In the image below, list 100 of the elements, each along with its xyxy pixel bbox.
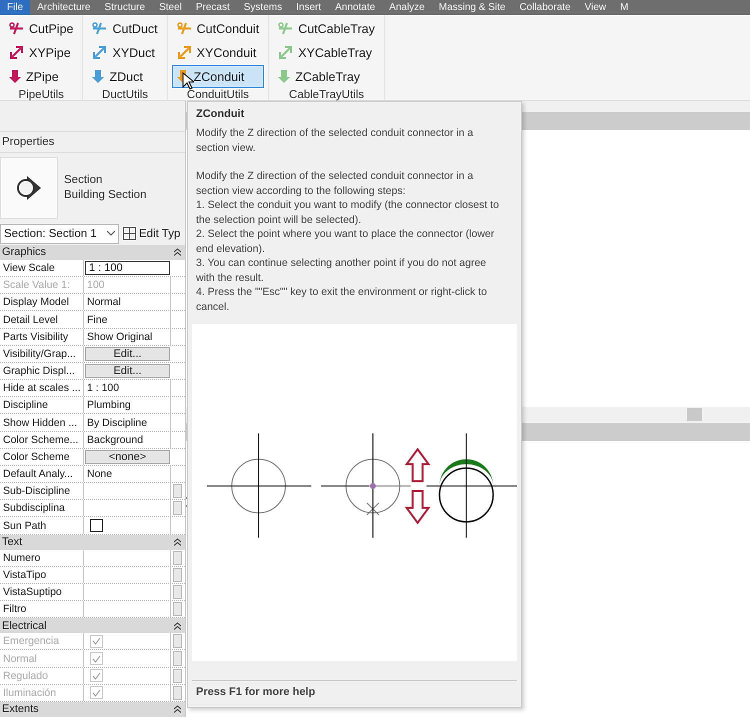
ribbon-tool-button[interactable]: ZDuct	[87, 65, 163, 88]
chevron-down-icon	[107, 231, 115, 236]
menu-tab[interactable]: Analyze	[382, 0, 432, 15]
value-cell: Plumbing	[84, 397, 171, 414]
menu-tab[interactable]: Annotate	[328, 0, 382, 15]
ribbon-tool-button[interactable]: CutConduit	[172, 17, 264, 40]
property-label: Color Scheme...	[0, 432, 84, 448]
panel-title: Properties	[0, 131, 185, 153]
collapse-icon	[174, 705, 181, 714]
group-title: Graphics	[2, 246, 46, 258]
group-header[interactable]: Text	[0, 534, 185, 550]
value-button[interactable]: <none>	[85, 450, 170, 464]
diagonal-arrow-icon	[92, 45, 108, 60]
tooltip-text: 1. Select the conduit you want to modify (the connector closest to the selection point will be selected).	[195, 198, 500, 227]
scissors-icon	[278, 21, 294, 36]
tooltip-text: 3. You can continue selecting another point if you do not agree with the result.	[195, 256, 488, 285]
tooltip-title: ZConduit	[195, 108, 246, 120]
ribbon-tool-button[interactable]: CutCableTray	[273, 17, 380, 40]
property-label: Show Hidden ...	[0, 414, 84, 431]
value-cell: Fine	[84, 311, 171, 328]
down-arrow-icon	[278, 69, 290, 84]
ribbon-tool-button[interactable]: ZPipe	[4, 65, 78, 88]
associate-parameter-button[interactable]	[173, 501, 182, 516]
property-label: VistaTipo	[0, 566, 84, 583]
group-header[interactable]: Extents	[0, 702, 185, 717]
associate-parameter-button[interactable]	[173, 584, 182, 600]
type-name: Section	[64, 172, 104, 188]
tooltip-text: 2. Select the point where you want to place the connector (lower end elevation).	[195, 227, 496, 256]
panel-title: DuctUtils	[101, 89, 150, 102]
type-family: Building Section	[64, 188, 146, 203]
diagonal-arrow-icon	[278, 45, 294, 60]
group-title: Electrical	[2, 620, 47, 632]
menu-tab[interactable]: Structure	[97, 0, 152, 15]
tooltip-text: 4. Press the ""Esc"" key to exit the environment or right-click to cancel.	[195, 285, 488, 314]
menu-tab[interactable]: Insert	[289, 0, 328, 15]
menu-tab[interactable]: Collaborate	[512, 0, 578, 15]
property-label: Display Model	[0, 294, 84, 310]
menu-tab[interactable]: Steel	[152, 0, 189, 15]
ribbon-tool-button[interactable]: ZConduit	[172, 65, 264, 88]
value-button[interactable]: Edit...	[85, 364, 170, 378]
checkbox[interactable]	[90, 519, 103, 532]
edit-type-icon	[123, 227, 136, 240]
ribbon-tool-button[interactable]: XYDuct	[87, 41, 163, 64]
property-label: View Scale	[0, 260, 84, 276]
tooltip-text: Modify the Z direction of the selected conduit connector in a section view according to the following steps:	[195, 169, 474, 198]
ribbon-tool-button[interactable]: ZCableTray	[273, 65, 380, 88]
menu-tab[interactable]: Precast	[188, 0, 237, 15]
value-cell: 100	[84, 277, 171, 294]
type-selector[interactable]: Section: Section 1	[0, 224, 119, 244]
scroll-thumb[interactable]	[687, 408, 702, 421]
collapse-icon	[174, 248, 181, 256]
scissors-icon	[9, 21, 24, 36]
value-cell: Background	[84, 432, 171, 448]
collapse-icon	[174, 538, 181, 546]
down-arrow-icon	[92, 69, 104, 84]
ribbon-tool-button[interactable]: XYPipe	[4, 41, 78, 64]
property-label: Sub-Discipline	[0, 483, 84, 500]
property-label: Hide at scales ...	[0, 380, 84, 396]
value-cell: Normal	[84, 294, 171, 310]
value-cell: None	[84, 466, 171, 482]
associate-parameter-button[interactable]	[173, 602, 182, 616]
property-label: VistaSuptipo	[0, 584, 84, 600]
property-label: Regulado	[0, 668, 84, 684]
panel-title: CableTrayUtils	[288, 89, 365, 102]
property-label: Sun Path	[0, 517, 84, 534]
tooltip-summary: Modify the Z direction of the selected conduit connector in a section view.	[195, 126, 474, 155]
property-label: Numero	[0, 550, 84, 566]
group-header[interactable]: Electrical	[0, 618, 185, 634]
ribbon-tool-button[interactable]: XYCableTray	[273, 41, 380, 64]
associate-parameter-button[interactable]	[173, 484, 182, 498]
property-label: Detail Level	[0, 311, 84, 328]
menu-tab[interactable]: M	[613, 0, 636, 15]
edit-type-button[interactable]: Edit Typ	[123, 227, 185, 240]
value-button[interactable]: Edit...	[85, 346, 170, 361]
value-field[interactable]: 1 : 100	[85, 260, 170, 276]
associate-parameter-button[interactable]	[173, 550, 182, 565]
group-title: Extents	[2, 703, 39, 716]
property-label: Scale Value 1:	[0, 277, 84, 294]
ribbon-tool-button[interactable]: CutDuct	[87, 17, 163, 40]
property-label: Visibility/Grap...	[0, 346, 84, 362]
ribbon-tool-button[interactable]: CutPipe	[4, 17, 78, 40]
tooltip-footer: Press F1 for more help	[192, 680, 517, 703]
menu-tab[interactable]: Massing & Site	[432, 0, 512, 15]
property-label: Color Scheme	[0, 448, 84, 465]
mouse-pointer-icon	[182, 72, 194, 90]
scissors-icon	[92, 21, 108, 36]
group-header[interactable]: Graphics	[0, 244, 185, 260]
ribbon-tool-button[interactable]: XYConduit	[172, 41, 264, 64]
menu-tab[interactable]: File	[0, 0, 30, 15]
property-label: Parts Visibility	[0, 328, 84, 345]
menu-tab[interactable]: Architecture	[30, 0, 98, 15]
value-cell: Show Original	[84, 328, 171, 345]
menu-tab[interactable]: View	[578, 0, 614, 15]
menu-tab[interactable]: Systems	[236, 0, 290, 15]
collapse-icon	[174, 622, 181, 630]
diagonal-arrow-icon	[176, 45, 192, 60]
property-label: Subdisciplina	[0, 500, 84, 516]
down-arrow-icon	[404, 490, 430, 524]
associate-parameter-button[interactable]	[173, 568, 182, 582]
scissors-icon	[176, 21, 192, 36]
